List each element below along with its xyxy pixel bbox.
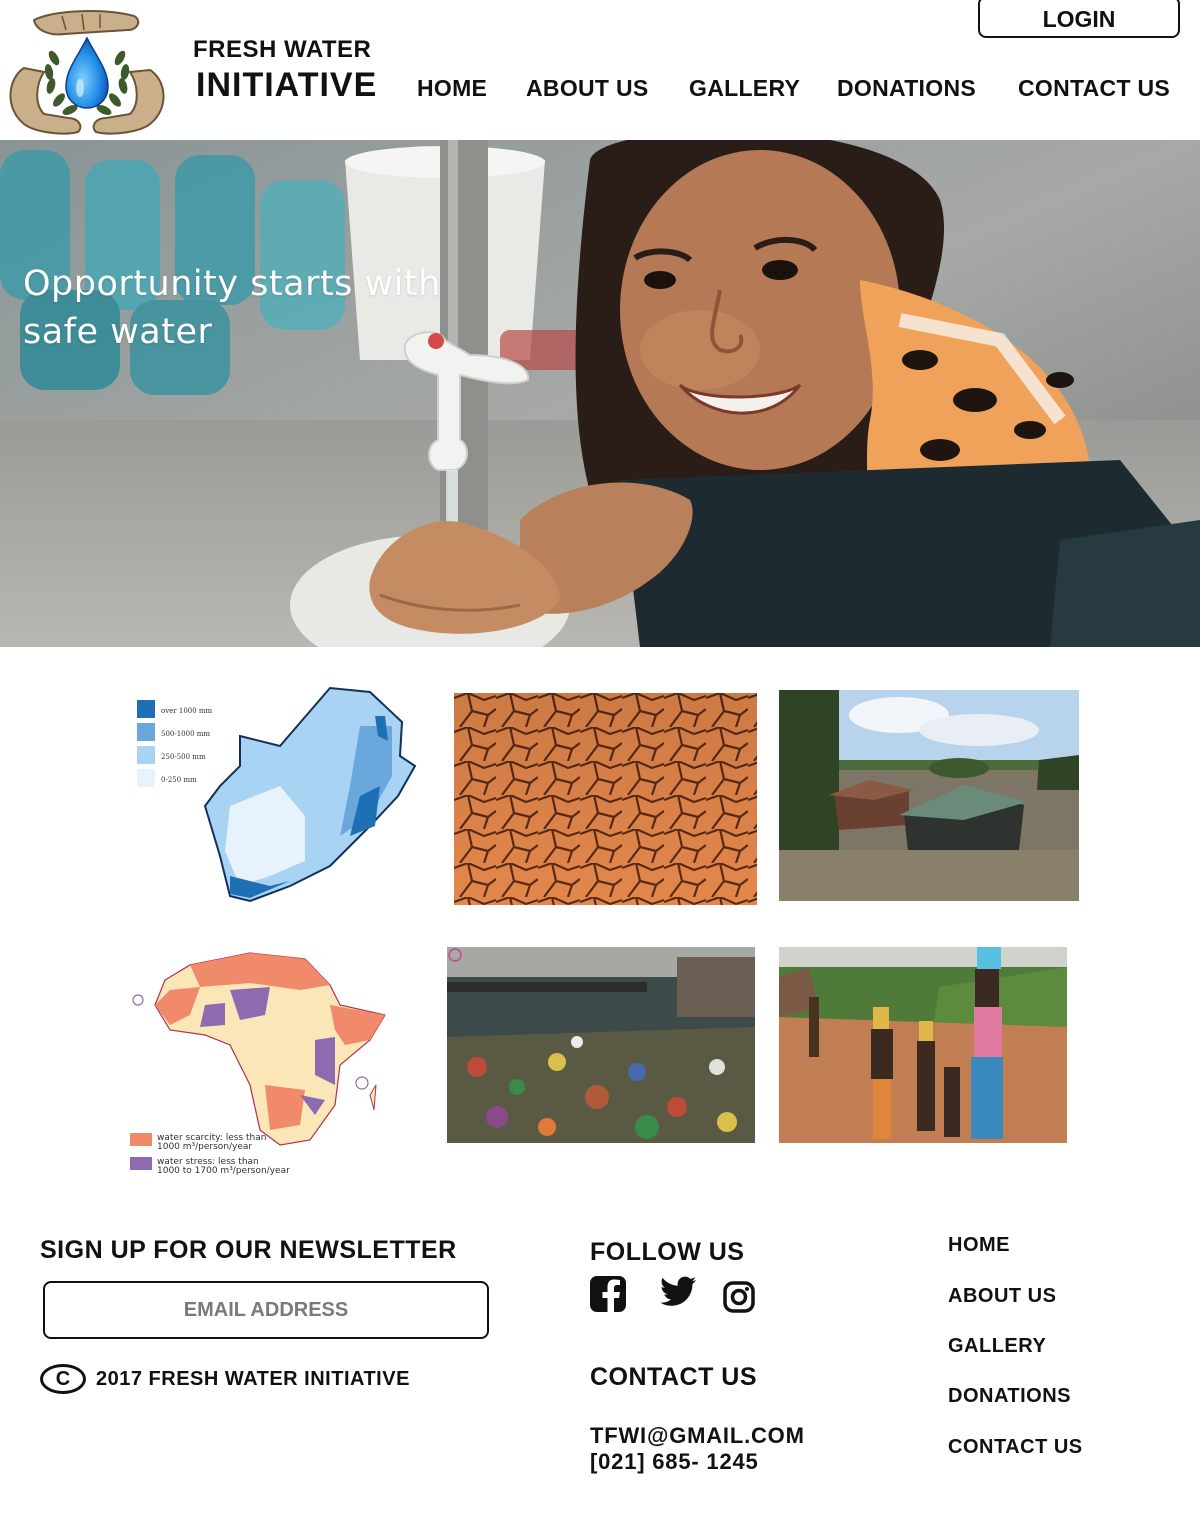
footer-nav-gallery[interactable]: GALLERY — [948, 1335, 1046, 1358]
hero-photo — [0, 140, 1200, 647]
legend-label: 500-1000 mm — [161, 730, 210, 738]
legend-label: over 1000 mm — [161, 707, 213, 715]
footer-nav-about-us[interactable]: ABOUT US — [948, 1285, 1056, 1308]
logo-icon[interactable] — [4, 8, 170, 136]
flooded-houses-photo[interactable] — [779, 690, 1079, 901]
copyright-text: 2017 FRESH WATER INITIATIVE — [96, 1367, 410, 1390]
facebook-icon[interactable] — [590, 1276, 626, 1317]
legend-label: 250-500 mm — [161, 753, 206, 761]
newsletter-heading: SIGN UP FOR OUR NEWSLETTER — [40, 1236, 457, 1264]
site-header: FRESH WATER INITIATIVE LOGIN HOME ABOUT … — [0, 0, 1200, 140]
south-africa-rainfall-map[interactable]: over 1000 mm 500-1000 mm 250-500 mm 0-25… — [130, 686, 420, 912]
copyright: C 2017 FRESH WATER INITIATIVE — [40, 1362, 410, 1396]
copyright-icon: C — [40, 1364, 86, 1394]
nav-about-us[interactable]: ABOUT US — [526, 75, 649, 102]
africa-legend-stress-line2: 1000 to 1700 m³/person/year — [157, 1166, 290, 1176]
africa-water-scarcity-map[interactable]: water scarcity: less than 1000 m³/person… — [130, 945, 415, 1177]
brand-name-line1: FRESH WATER — [193, 36, 372, 63]
contact-phone: [021] 685- 1245 — [590, 1449, 759, 1474]
nav-contact-us[interactable]: CONTACT US — [1018, 75, 1170, 102]
contact-email[interactable]: TFWI@GMAIL.COM — [590, 1423, 805, 1449]
contact-us-heading: CONTACT US — [590, 1363, 758, 1391]
email-input[interactable] — [43, 1281, 489, 1339]
login-button[interactable]: LOGIN — [978, 0, 1180, 38]
polluted-river-photo[interactable] — [447, 947, 755, 1143]
hero-banner: Opportunity starts with safe water — [0, 140, 1200, 647]
hero-headline: Opportunity starts with safe water — [23, 264, 441, 352]
main-nav: HOME ABOUT US GALLERY DONATIONS CONTACT … — [0, 75, 1200, 105]
footer-nav-contact-us[interactable]: CONTACT US — [948, 1436, 1083, 1459]
footer-nav-home[interactable]: HOME — [948, 1234, 1010, 1257]
children-carrying-water-photo[interactable] — [779, 947, 1067, 1143]
follow-us-heading: FOLLOW US — [590, 1238, 745, 1266]
nav-gallery[interactable]: GALLERY — [689, 75, 800, 102]
cracked-earth-photo[interactable] — [454, 693, 757, 905]
nav-home[interactable]: HOME — [417, 75, 487, 102]
nav-donations[interactable]: DONATIONS — [837, 75, 976, 102]
africa-legend-scarcity-line2: 1000 m³/person/year — [157, 1142, 252, 1152]
legend-label: 0-250 mm — [161, 776, 197, 784]
twitter-icon[interactable] — [660, 1276, 697, 1313]
instagram-icon[interactable] — [723, 1281, 755, 1318]
footer-nav-donations[interactable]: DONATIONS — [948, 1385, 1071, 1408]
